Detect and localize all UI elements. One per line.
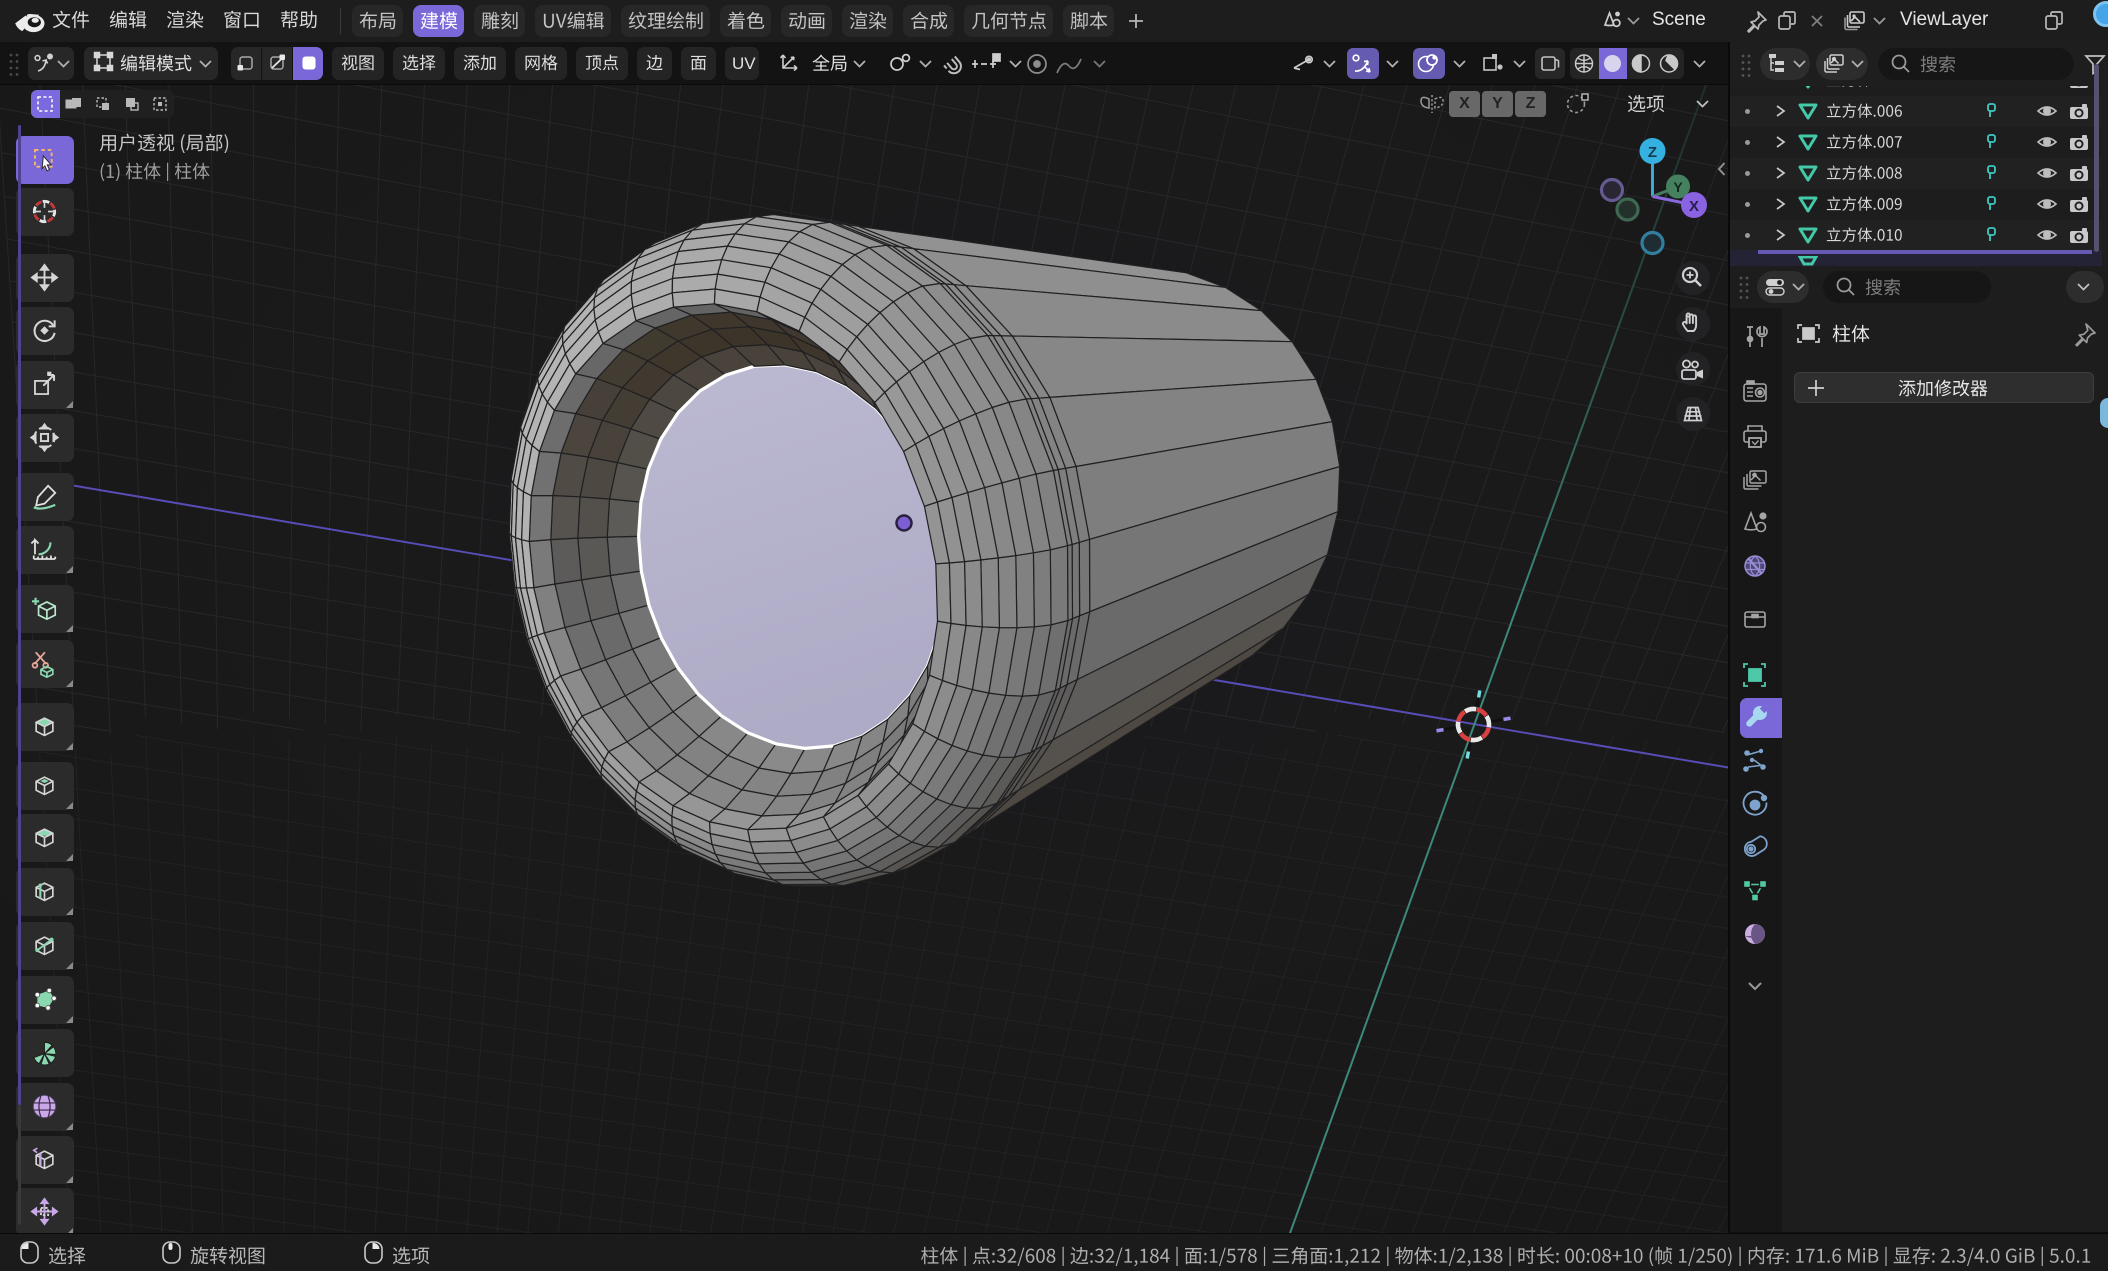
svg-text:X: X bbox=[1689, 198, 1699, 215]
svg-text:Z: Z bbox=[1648, 144, 1657, 161]
svg-text:Y: Y bbox=[1673, 179, 1683, 195]
